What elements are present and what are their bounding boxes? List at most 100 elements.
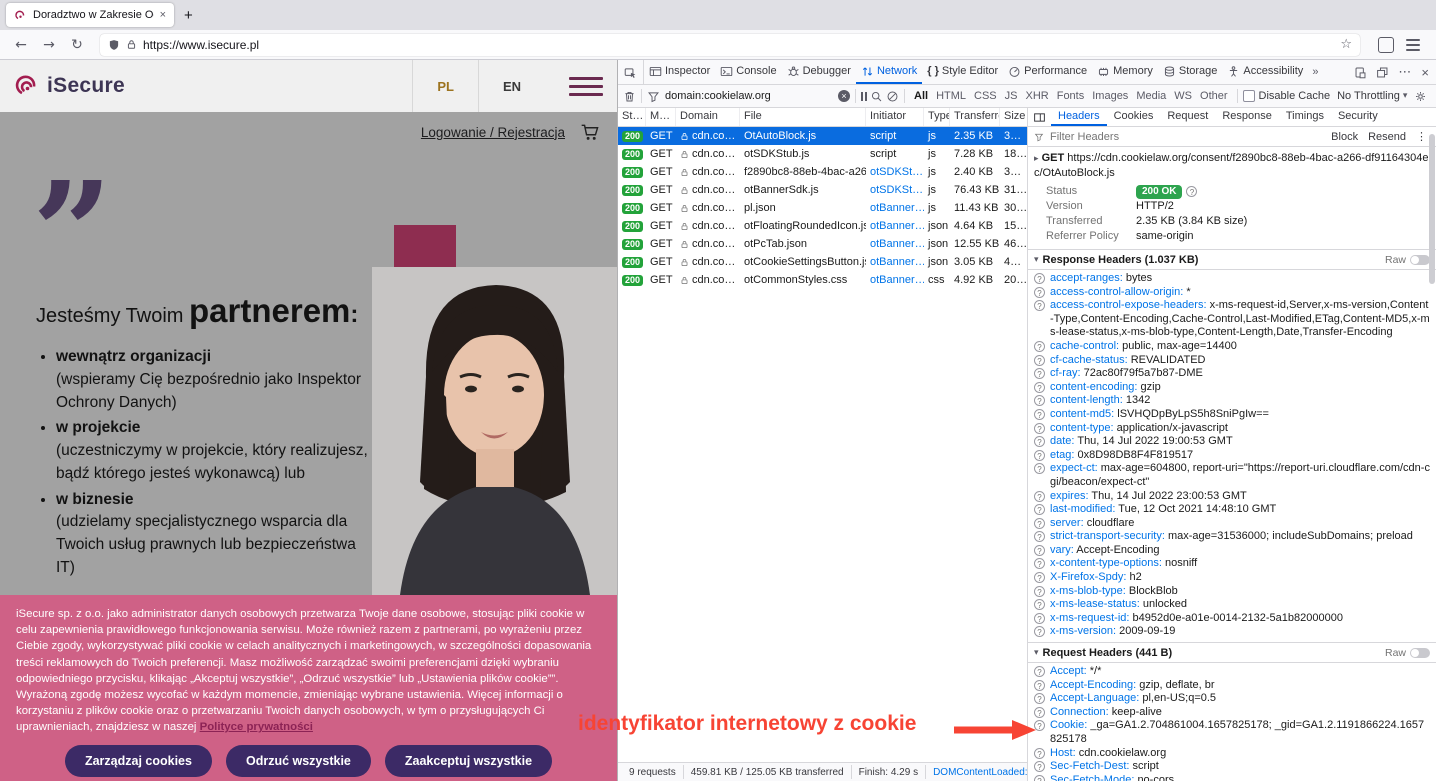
devtools-menu-icon[interactable]: ⋯ [1398, 64, 1412, 80]
header-name[interactable]: content-encoding [1050, 381, 1137, 393]
help-icon[interactable]: ? [1034, 626, 1045, 637]
tab-console[interactable]: Console [715, 60, 781, 84]
tab-inspector[interactable]: Inspector [644, 60, 715, 84]
clear-requests-icon[interactable] [623, 90, 636, 103]
help-icon[interactable]: ? [1034, 463, 1045, 474]
request-headers-section[interactable]: ▾Request Headers (441 B) Raw [1028, 642, 1436, 663]
site-menu-icon[interactable] [569, 77, 603, 96]
header-name[interactable]: X-Firefox-Spdy [1050, 571, 1126, 583]
lang-pl-button[interactable]: PL [413, 79, 478, 94]
type-filter-button[interactable]: JS [1001, 89, 1022, 103]
block-request-icon[interactable] [886, 90, 899, 103]
help-icon[interactable]: ? [1034, 368, 1045, 379]
details-tab[interactable]: Timings [1279, 108, 1331, 126]
help-icon[interactable]: ? [1034, 409, 1045, 420]
help-icon[interactable]: ? [1034, 423, 1045, 434]
cart-icon[interactable] [579, 122, 601, 142]
header-name[interactable]: x-ms-version [1050, 625, 1116, 637]
type-filter-button[interactable]: XHR [1021, 89, 1052, 103]
initiator-cell[interactable]: otBanner… [866, 238, 924, 250]
pick-element-icon[interactable] [618, 60, 644, 84]
header-name[interactable]: Host [1050, 747, 1076, 759]
header-name[interactable]: Accept [1050, 665, 1087, 677]
header-name[interactable]: strict-transport-security [1050, 530, 1165, 542]
help-icon[interactable]: ? [1034, 436, 1045, 447]
close-devtools-icon[interactable]: × [1421, 65, 1429, 80]
initiator-cell[interactable]: otSDKSt… [866, 184, 924, 196]
header-name[interactable]: cf-cache-status [1050, 354, 1128, 366]
tab-memory[interactable]: Memory [1092, 60, 1158, 84]
details-tab[interactable]: Headers [1051, 108, 1107, 126]
header-name[interactable]: x-ms-lease-status [1050, 598, 1140, 610]
help-icon[interactable]: ? [1034, 586, 1045, 597]
details-more-icon[interactable]: ⋮ [1413, 130, 1430, 143]
help-icon[interactable]: ? [1034, 761, 1045, 772]
help-icon[interactable]: ? [1034, 558, 1045, 569]
help-icon[interactable]: ? [1034, 531, 1045, 542]
type-filter-button[interactable]: HTML [932, 89, 970, 103]
type-filter-button[interactable]: Other [1196, 89, 1232, 103]
tab-accessibility[interactable]: Accessibility [1222, 60, 1308, 84]
help-icon[interactable]: ? [1034, 680, 1045, 691]
cookie-action-button[interactable]: Zarządzaj cookies [65, 745, 212, 777]
response-headers-section[interactable]: ▾Response Headers (1.037 KB) Raw [1028, 249, 1436, 270]
header-name[interactable]: Cookie [1050, 719, 1087, 731]
help-icon[interactable]: ? [1186, 186, 1197, 197]
initiator-cell[interactable]: otBanner… [866, 256, 924, 268]
help-icon[interactable]: ? [1034, 382, 1045, 393]
scrollbar-thumb[interactable] [1429, 134, 1435, 284]
header-name[interactable]: x-content-type-options [1050, 557, 1162, 569]
raw-toggle[interactable] [1410, 255, 1430, 265]
help-icon[interactable]: ? [1034, 545, 1045, 556]
initiator-cell[interactable]: otBanner… [866, 220, 924, 232]
cookie-action-button[interactable]: Odrzuć wszystkie [226, 745, 371, 777]
network-request-row[interactable]: 200 GET cdn.co… otPcTab.json otBanner… j… [618, 235, 1027, 253]
details-tab[interactable]: Cookies [1107, 108, 1161, 126]
header-name[interactable]: Accept-Language [1050, 692, 1139, 704]
col-initiator[interactable]: Initiator [866, 108, 924, 126]
initiator-cell[interactable]: otBanner… [866, 202, 924, 214]
help-icon[interactable]: ? [1034, 707, 1045, 718]
header-name[interactable]: Sec-Fetch-Dest [1050, 760, 1129, 772]
help-icon[interactable]: ? [1034, 748, 1045, 759]
header-name[interactable]: access-control-allow-origin [1050, 286, 1183, 298]
type-filter-button[interactable]: Fonts [1053, 89, 1089, 103]
raw-toggle[interactable] [1410, 648, 1430, 658]
help-icon[interactable]: ? [1034, 572, 1045, 583]
back-icon[interactable]: ← [8, 37, 34, 53]
header-name[interactable]: cache-control [1050, 340, 1119, 352]
header-name[interactable]: cf-ray [1050, 367, 1081, 379]
col-type[interactable]: Type [924, 108, 950, 126]
network-request-row[interactable]: 200 GET cdn.co… otCommonStyles.css otBan… [618, 271, 1027, 289]
header-name[interactable]: content-length [1050, 394, 1123, 406]
privacy-policy-link[interactable]: Polityce prywatności [200, 721, 313, 733]
tab-performance[interactable]: Performance [1003, 60, 1092, 84]
type-filter-button[interactable]: WS [1170, 89, 1196, 103]
type-filter-button[interactable]: Media [1132, 89, 1170, 103]
help-icon[interactable]: ? [1034, 395, 1045, 406]
disable-cache-checkbox[interactable] [1243, 90, 1255, 102]
header-name[interactable]: content-type [1050, 422, 1114, 434]
tab-style-editor[interactable]: { } Style Editor [922, 60, 1003, 84]
tab-close-icon[interactable]: × [160, 9, 166, 21]
initiator-cell[interactable]: otBanner… [866, 274, 924, 286]
help-icon[interactable]: ? [1034, 491, 1045, 502]
help-icon[interactable]: ? [1034, 300, 1045, 311]
col-domain[interactable]: Domain [676, 108, 740, 126]
throttling-select[interactable]: No Throttling▾ [1333, 90, 1411, 102]
col-method[interactable]: M… [646, 108, 676, 126]
help-icon[interactable]: ? [1034, 355, 1045, 366]
help-icon[interactable]: ? [1034, 613, 1045, 624]
tracking-shield-icon[interactable] [108, 39, 120, 51]
request-url-line[interactable]: ▸ GET https://cdn.cookielaw.org/consent/… [1028, 147, 1436, 183]
details-tab[interactable]: Request [1160, 108, 1215, 126]
network-request-row[interactable]: 200 GET cdn.co… otBannerSdk.js otSDKSt… … [618, 181, 1027, 199]
help-icon[interactable]: ? [1034, 720, 1045, 731]
header-name[interactable]: vary [1050, 544, 1074, 556]
network-request-row[interactable]: 200 GET cdn.co… OtAutoBlock.js script js… [618, 127, 1027, 145]
split-panel-icon[interactable] [1028, 111, 1051, 124]
pause-traffic-icon[interactable] [861, 92, 867, 101]
clear-filter-icon[interactable]: × [838, 90, 850, 102]
cookie-action-button[interactable]: Zaakceptuj wszystkie [385, 745, 552, 777]
isecure-logo[interactable]: iSecure [14, 73, 125, 99]
